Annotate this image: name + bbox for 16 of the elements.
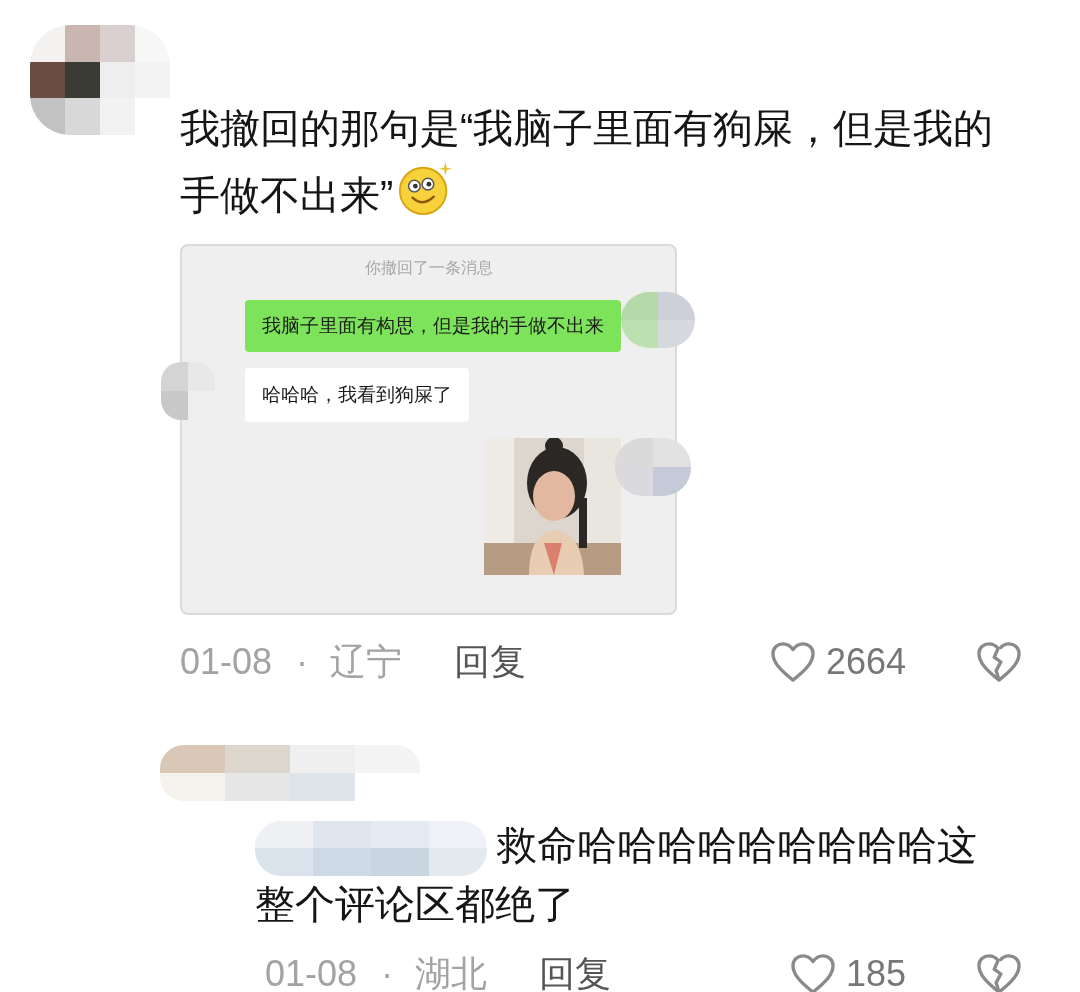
reply-link[interactable]: 回复 bbox=[454, 635, 527, 689]
comment-text: 我撤回的那句是“我脑子里面有狗屎，但是我的手做不出来” bbox=[180, 105, 995, 219]
like-icon[interactable] bbox=[789, 952, 836, 992]
received-message: 哈哈哈，我看到狗屎了 bbox=[245, 368, 469, 422]
comment-region: 湖北 bbox=[415, 951, 488, 992]
sent-message: 我脑子里面有构思，但是我的手做不出来 bbox=[245, 300, 621, 352]
separator-dot: · bbox=[296, 640, 309, 684]
like-count: 185 bbox=[845, 951, 906, 992]
like-count: 2664 bbox=[825, 640, 906, 684]
like-icon[interactable] bbox=[769, 641, 816, 683]
comment-date: 01-08 bbox=[180, 640, 273, 684]
reply-link[interactable]: 回复 bbox=[539, 946, 612, 992]
comment-region: 辽宁 bbox=[330, 640, 403, 684]
comment-text: 救命哈哈哈哈哈哈哈哈哈这整个评论区都绝了 bbox=[255, 817, 1000, 933]
separator-dot: · bbox=[381, 951, 394, 992]
comment-date: 01-08 bbox=[265, 951, 358, 992]
